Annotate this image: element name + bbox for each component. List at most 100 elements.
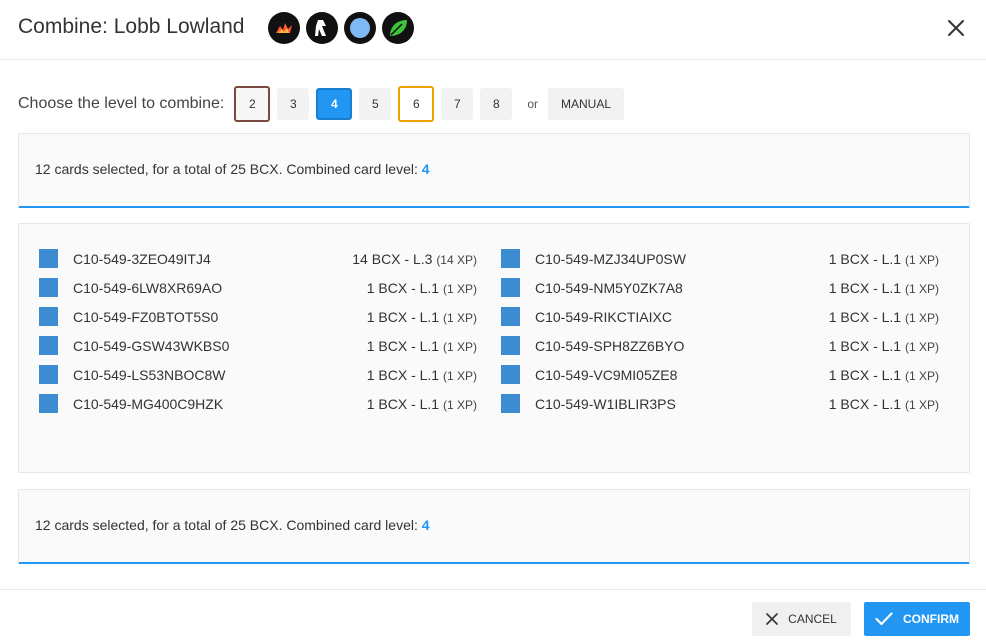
card-checkbox[interactable] bbox=[39, 336, 58, 355]
level-button-8[interactable]: 8 bbox=[480, 88, 513, 120]
card-bcx: 1 BCX - L.1 bbox=[366, 279, 440, 296]
card-value: 1 BCX - L.1 (1 XP) bbox=[367, 280, 477, 296]
card-list: C10-549-3ZEO49ITJ4 14 BCX - L.3 (14 XP) … bbox=[18, 223, 970, 473]
card-checkbox[interactable] bbox=[39, 278, 58, 297]
level-button-3[interactable]: 3 bbox=[277, 88, 310, 120]
level-button-4[interactable]: 4 bbox=[316, 88, 353, 120]
running-figure-icon bbox=[306, 12, 338, 44]
card-row[interactable]: C10-549-LS53NBOC8W 1 BCX - L.1 (1 XP) bbox=[39, 360, 477, 389]
card-value: 1 BCX - L.1 (1 XP) bbox=[829, 309, 939, 325]
or-label: or bbox=[527, 97, 539, 111]
summary-label: 12 cards selected, for a total of 25 BCX… bbox=[35, 161, 418, 177]
level-selector: Choose the level to combine: 2 3 4 5 6 7… bbox=[18, 86, 625, 122]
card-row[interactable]: C10-549-MG400C9HZK 1 BCX - L.1 (1 XP) bbox=[39, 389, 477, 418]
card-bcx: 1 BCX - L.1 bbox=[828, 279, 902, 296]
card-bcx: 1 BCX - L.1 bbox=[828, 308, 902, 325]
card-xp: (14 XP) bbox=[436, 252, 477, 267]
card-id: C10-549-VC9MI05ZE8 bbox=[535, 366, 678, 383]
card-column-left: C10-549-3ZEO49ITJ4 14 BCX - L.3 (14 XP) … bbox=[39, 244, 477, 418]
card-id: C10-549-LS53NBOC8W bbox=[73, 366, 226, 383]
card-id: C10-549-MZJ34UP0SW bbox=[535, 250, 686, 267]
card-row[interactable]: C10-549-VC9MI05ZE8 1 BCX - L.1 (1 XP) bbox=[501, 360, 939, 389]
card-checkbox[interactable] bbox=[39, 307, 58, 326]
card-checkbox[interactable] bbox=[501, 249, 520, 268]
card-value: 1 BCX - L.1 (1 XP) bbox=[829, 251, 939, 267]
card-value: 1 BCX - L.1 (1 XP) bbox=[829, 367, 939, 383]
card-xp: (1 XP) bbox=[904, 252, 939, 267]
cancel-label: CANCEL bbox=[788, 612, 837, 626]
card-checkbox[interactable] bbox=[501, 307, 520, 326]
card-bcx: 1 BCX - L.1 bbox=[828, 250, 902, 267]
card-xp: (1 XP) bbox=[904, 397, 939, 412]
card-value: 1 BCX - L.1 (1 XP) bbox=[367, 309, 477, 325]
card-row[interactable]: C10-549-6LW8XR69AO 1 BCX - L.1 (1 XP) bbox=[39, 273, 477, 302]
card-checkbox[interactable] bbox=[501, 278, 520, 297]
card-row[interactable]: C10-549-3ZEO49ITJ4 14 BCX - L.3 (14 XP) bbox=[39, 244, 477, 273]
fire-element-icon bbox=[268, 12, 300, 44]
cancel-button[interactable]: CANCEL bbox=[752, 602, 851, 636]
combined-level-value: 4 bbox=[421, 517, 430, 533]
card-id: C10-549-GSW43WKBS0 bbox=[73, 337, 230, 354]
card-bcx: 1 BCX - L.1 bbox=[366, 395, 440, 412]
card-checkbox[interactable] bbox=[39, 394, 58, 413]
card-value: 1 BCX - L.1 (1 XP) bbox=[367, 396, 477, 412]
card-xp: (1 XP) bbox=[442, 339, 477, 354]
card-xp: (1 XP) bbox=[904, 368, 939, 383]
card-checkbox[interactable] bbox=[501, 365, 520, 384]
summary-label: 12 cards selected, for a total of 25 BCX… bbox=[35, 517, 418, 533]
level-button-6[interactable]: 6 bbox=[398, 86, 435, 122]
card-xp: (1 XP) bbox=[442, 281, 477, 296]
card-bcx: 1 BCX - L.1 bbox=[828, 337, 902, 354]
combined-level-value: 4 bbox=[421, 161, 430, 177]
level-button-7[interactable]: 7 bbox=[441, 88, 474, 120]
card-value: 1 BCX - L.1 (1 XP) bbox=[367, 367, 477, 383]
card-value: 1 BCX - L.1 (1 XP) bbox=[367, 338, 477, 354]
card-column-right: C10-549-MZJ34UP0SW 1 BCX - L.1 (1 XP) C1… bbox=[501, 244, 939, 418]
card-value: 1 BCX - L.1 (1 XP) bbox=[829, 396, 939, 412]
card-bcx: 14 BCX - L.3 bbox=[352, 250, 433, 267]
card-checkbox[interactable] bbox=[39, 249, 58, 268]
card-value: 1 BCX - L.1 (1 XP) bbox=[829, 280, 939, 296]
card-id: C10-549-3ZEO49ITJ4 bbox=[73, 250, 211, 267]
modal-footer: CANCEL CONFIRM bbox=[0, 589, 986, 643]
card-bcx: 1 BCX - L.1 bbox=[366, 366, 440, 383]
card-row[interactable]: C10-549-NM5Y0ZK7A8 1 BCX - L.1 (1 XP) bbox=[501, 273, 939, 302]
card-row[interactable]: C10-549-SPH8ZZ6BYO 1 BCX - L.1 (1 XP) bbox=[501, 331, 939, 360]
close-icon bbox=[766, 613, 778, 625]
summary-text: 12 cards selected, for a total of 25 BCX… bbox=[35, 161, 430, 177]
manual-button[interactable]: MANUAL bbox=[548, 88, 625, 120]
card-row[interactable]: C10-549-FZ0BTOT5S0 1 BCX - L.1 (1 XP) bbox=[39, 302, 477, 331]
level-button-2[interactable]: 2 bbox=[234, 86, 271, 122]
card-id: C10-549-RIKCTIAIXC bbox=[535, 308, 672, 325]
level-button-5[interactable]: 5 bbox=[359, 88, 392, 120]
summary-panel-top: 12 cards selected, for a total of 25 BCX… bbox=[18, 133, 970, 208]
card-row[interactable]: C10-549-RIKCTIAIXC 1 BCX - L.1 (1 XP) bbox=[501, 302, 939, 331]
card-bcx: 1 BCX - L.1 bbox=[828, 395, 902, 412]
summary-panel-bottom: 12 cards selected, for a total of 25 BCX… bbox=[18, 489, 970, 564]
check-icon bbox=[875, 612, 893, 626]
card-checkbox[interactable] bbox=[501, 394, 520, 413]
card-bcx: 1 BCX - L.1 bbox=[366, 337, 440, 354]
confirm-label: CONFIRM bbox=[903, 612, 959, 626]
card-badges bbox=[268, 12, 414, 44]
card-xp: (1 XP) bbox=[904, 281, 939, 296]
card-xp: (1 XP) bbox=[442, 397, 477, 412]
water-circle-icon bbox=[344, 12, 376, 44]
card-bcx: 1 BCX - L.1 bbox=[828, 366, 902, 383]
card-row[interactable]: C10-549-GSW43WKBS0 1 BCX - L.1 (1 XP) bbox=[39, 331, 477, 360]
card-xp: (1 XP) bbox=[442, 310, 477, 325]
card-row[interactable]: C10-549-MZJ34UP0SW 1 BCX - L.1 (1 XP) bbox=[501, 244, 939, 273]
summary-text: 12 cards selected, for a total of 25 BCX… bbox=[35, 517, 430, 533]
card-checkbox[interactable] bbox=[39, 365, 58, 384]
card-row[interactable]: C10-549-W1IBLIR3PS 1 BCX - L.1 (1 XP) bbox=[501, 389, 939, 418]
confirm-button[interactable]: CONFIRM bbox=[864, 602, 970, 636]
card-xp: (1 XP) bbox=[904, 339, 939, 354]
card-id: C10-549-6LW8XR69AO bbox=[73, 279, 223, 296]
modal-header: Combine: Lobb Lowland bbox=[0, 0, 986, 60]
close-icon[interactable] bbox=[946, 18, 966, 38]
card-checkbox[interactable] bbox=[501, 336, 520, 355]
card-id: C10-549-FZ0BTOT5S0 bbox=[73, 308, 219, 325]
card-value: 14 BCX - L.3 (14 XP) bbox=[352, 251, 477, 267]
leaf-icon bbox=[382, 12, 414, 44]
card-xp: (1 XP) bbox=[442, 368, 477, 383]
